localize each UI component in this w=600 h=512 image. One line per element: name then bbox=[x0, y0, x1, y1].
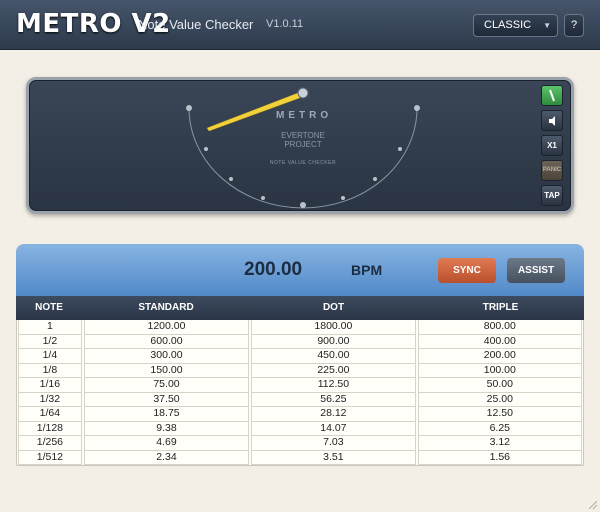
gauge-tick bbox=[341, 196, 345, 200]
dot-cell: 112.50 bbox=[251, 378, 416, 393]
note-cell: 1/32 bbox=[18, 392, 82, 407]
column-header-note: NOTE bbox=[35, 302, 63, 313]
note-cell: 1 bbox=[18, 320, 82, 335]
gauge-caption: NOTE VALUE CHECKER bbox=[269, 160, 337, 166]
panic-button[interactable]: PANIC bbox=[541, 160, 563, 181]
triple-cell: 200.00 bbox=[417, 349, 582, 364]
triple-cell: 3.12 bbox=[417, 436, 582, 451]
dot-cell: 56.25 bbox=[251, 392, 416, 407]
note-cell: 1/64 bbox=[18, 407, 82, 422]
theme-select-value: CLASSIC bbox=[484, 19, 532, 31]
note-cell: 1/2 bbox=[18, 334, 82, 349]
speaker-icon bbox=[549, 116, 555, 126]
note-cell: 1/16 bbox=[18, 378, 82, 393]
table-row: 1 1200.00 1800.00 800.00 bbox=[17, 320, 583, 335]
standard-cell: 300.00 bbox=[83, 349, 250, 364]
tap-button[interactable]: TAP bbox=[541, 185, 563, 206]
standard-cell: 600.00 bbox=[83, 334, 250, 349]
table-row: 1/16 75.00 112.50 50.00 bbox=[17, 378, 583, 393]
gauge-tick bbox=[186, 105, 192, 111]
gauge-tick bbox=[204, 147, 208, 151]
multiplier-button[interactable]: X1 bbox=[541, 135, 563, 156]
app-version: V1.0.11 bbox=[266, 18, 304, 30]
resize-grip-icon[interactable] bbox=[587, 499, 597, 509]
dot-cell: 3.51 bbox=[251, 450, 416, 465]
table-row: 1/2 600.00 900.00 400.00 bbox=[17, 334, 583, 349]
app-header: METRO V2 Note Value Checker V1.0.11 CLAS… bbox=[0, 0, 600, 50]
sync-button[interactable]: SYNC bbox=[438, 258, 496, 283]
gauge-tick bbox=[300, 202, 306, 208]
column-header-standard: STANDARD bbox=[138, 302, 194, 313]
needle-pivot bbox=[297, 87, 309, 99]
dot-cell: 28.12 bbox=[251, 407, 416, 422]
table-row: 1/32 37.50 56.25 25.00 bbox=[17, 392, 583, 407]
gauge-tick bbox=[414, 105, 420, 111]
note-value-table: 1 1200.00 1800.00 800.00 1/2 600.00 900.00 400.… bbox=[16, 320, 584, 466]
standard-cell: 4.69 bbox=[83, 436, 250, 451]
metronome-controls: X1 PANIC TAP bbox=[541, 85, 563, 210]
dot-cell: 450.00 bbox=[251, 349, 416, 364]
pendulum-icon bbox=[549, 89, 555, 102]
standard-cell: 18.75 bbox=[83, 407, 250, 422]
triple-cell: 400.00 bbox=[417, 334, 582, 349]
gauge-tick bbox=[398, 147, 402, 151]
standard-cell: 2.34 bbox=[83, 450, 250, 465]
dot-cell: 1800.00 bbox=[251, 320, 416, 335]
standard-cell: 37.50 bbox=[83, 392, 250, 407]
triple-cell: 1.56 bbox=[417, 450, 582, 465]
metronome-panel: METRO EVERTONE PROJECT NOTE VALUE CHECKE… bbox=[26, 77, 574, 214]
theme-select[interactable]: CLASSIC ▼ bbox=[473, 14, 558, 37]
dot-cell: 14.07 bbox=[251, 421, 416, 436]
bpm-value[interactable]: 200.00 bbox=[244, 259, 344, 281]
metronome-brand: METRO bbox=[276, 110, 333, 121]
dot-cell: 225.00 bbox=[251, 363, 416, 378]
gauge-tick bbox=[229, 177, 233, 181]
table-row: 1/512 2.34 3.51 1.56 bbox=[17, 450, 583, 465]
maker-logo: EVERTONE PROJECT bbox=[267, 131, 339, 149]
column-header-triple: TRIPLE bbox=[482, 302, 519, 313]
note-cell: 1/256 bbox=[18, 436, 82, 451]
chevron-down-icon: ▼ bbox=[543, 21, 551, 30]
tempo-bar: 200.00 BPM SYNC ASSIST bbox=[16, 244, 584, 296]
standard-cell: 75.00 bbox=[83, 378, 250, 393]
help-button[interactable]: ? bbox=[564, 14, 584, 37]
standard-cell: 150.00 bbox=[83, 363, 250, 378]
gauge-tick bbox=[261, 196, 265, 200]
table-row: 1/64 18.75 28.12 12.50 bbox=[17, 407, 583, 422]
table-row: 1/4 300.00 450.00 200.00 bbox=[17, 349, 583, 364]
triple-cell: 6.25 bbox=[417, 421, 582, 436]
dot-cell: 7.03 bbox=[251, 436, 416, 451]
standard-cell: 1200.00 bbox=[83, 320, 250, 335]
table-row: 1/8 150.00 225.00 100.00 bbox=[17, 363, 583, 378]
bpm-unit: BPM bbox=[351, 262, 383, 278]
maker-line1: EVERTONE bbox=[281, 131, 325, 140]
note-cell: 1/128 bbox=[18, 421, 82, 436]
triple-cell: 50.00 bbox=[417, 378, 582, 393]
pendulum-toggle-button[interactable] bbox=[541, 85, 563, 106]
maker-line2: PROJECT bbox=[284, 140, 322, 149]
dot-cell: 900.00 bbox=[251, 334, 416, 349]
gauge-tick bbox=[373, 177, 377, 181]
note-cell: 1/512 bbox=[18, 450, 82, 465]
note-cell: 1/8 bbox=[18, 363, 82, 378]
table-row: 1/128 9.38 14.07 6.25 bbox=[17, 421, 583, 436]
triple-cell: 25.00 bbox=[417, 392, 582, 407]
sound-button[interactable] bbox=[541, 110, 563, 131]
standard-cell: 9.38 bbox=[83, 421, 250, 436]
note-cell: 1/4 bbox=[18, 349, 82, 364]
column-header-dot: DOT bbox=[322, 302, 345, 313]
table-header: NOTE STANDARD DOT TRIPLE bbox=[16, 296, 584, 320]
triple-cell: 100.00 bbox=[417, 363, 582, 378]
app-subtitle: Note Value Checker bbox=[138, 17, 254, 32]
triple-cell: 800.00 bbox=[417, 320, 582, 335]
triple-cell: 12.50 bbox=[417, 407, 582, 422]
table-row: 1/256 4.69 7.03 3.12 bbox=[17, 436, 583, 451]
assist-button[interactable]: ASSIST bbox=[507, 258, 565, 283]
